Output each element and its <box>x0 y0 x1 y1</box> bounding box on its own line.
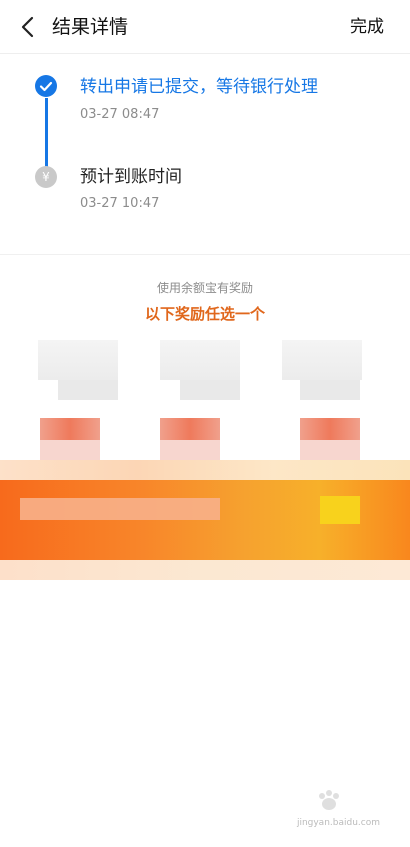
reward-card-1-note <box>40 440 100 460</box>
reward-card-2[interactable] <box>160 340 240 380</box>
watermark-url: jingyan.baidu.com <box>296 818 380 828</box>
yen-icon: ¥ <box>35 166 57 188</box>
reward-card-1-label <box>58 380 118 400</box>
reward-title: 以下奖励任选一个 <box>144 305 265 323</box>
reward-card-2-label <box>180 380 240 400</box>
done-button[interactable]: 完成 <box>350 15 384 39</box>
reward-card-3-amount <box>300 418 360 440</box>
reward-card-3-note <box>300 440 360 460</box>
section-divider <box>0 254 410 255</box>
step-arrival-title: 预计到账时间 <box>80 167 182 187</box>
reward-card-3[interactable] <box>282 340 362 380</box>
promo-banner-bottom <box>0 560 410 580</box>
navigation-bar: 结果详情 完成 <box>0 0 410 54</box>
step-arrival-time: 03-27 10:47 <box>80 196 160 211</box>
promo-banner-top <box>0 460 410 480</box>
reward-card-1-amount <box>40 418 100 440</box>
back-icon[interactable] <box>14 13 42 41</box>
check-icon <box>35 75 57 97</box>
transfer-timeline: 转出申请已提交，等待银行处理 03-27 08:47 ¥ 预计到账时间 03-2… <box>0 54 410 254</box>
step-submitted-time: 03-27 08:47 <box>80 107 160 122</box>
reward-card-2-amount <box>160 418 220 440</box>
reward-card-2-note <box>160 440 220 460</box>
reward-card-3-label <box>300 380 360 400</box>
promo-banner-text <box>20 498 220 520</box>
reward-card-1[interactable] <box>38 340 118 380</box>
step-submitted-title: 转出申请已提交，等待银行处理 <box>80 77 318 97</box>
promo-banner-highlight <box>320 496 360 524</box>
reward-subtitle: 使用余额宝有奖励 <box>156 281 253 295</box>
page-title: 结果详情 <box>52 16 129 38</box>
